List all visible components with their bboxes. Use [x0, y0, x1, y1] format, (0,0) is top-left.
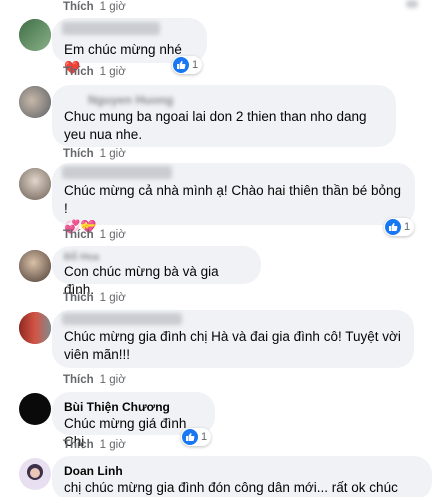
like-link[interactable]: Thích	[63, 148, 94, 160]
comment-actions: Thích 1 giờ	[63, 373, 126, 387]
avatar[interactable]	[19, 86, 51, 118]
avatar[interactable]	[19, 312, 51, 344]
like-link[interactable]: Thích	[63, 1, 94, 13]
timestamp[interactable]: 1 giờ	[100, 66, 126, 78]
comment-actions: Thích 1 giờ	[63, 0, 126, 14]
like-link[interactable]: Thích	[63, 292, 94, 304]
like-link[interactable]: Thích	[63, 374, 94, 386]
comment-text: chị chúc mừng gia đình đón công dân mới.…	[64, 480, 398, 495]
avatar[interactable]	[19, 458, 51, 490]
timestamp[interactable]: 1 giờ	[100, 148, 126, 160]
avatar[interactable]	[19, 19, 51, 51]
avatar[interactable]	[19, 250, 51, 282]
blurred-author	[62, 166, 172, 179]
like-reaction-icon	[182, 429, 198, 445]
reaction-count[interactable]: 1	[384, 218, 415, 236]
comment-bubble: Đỗ Hoa Con chúc mừng bà và gia đình.	[52, 246, 261, 297]
comment-bubble: Chúc mừng cả nhà mình ạ! Chào hai thiên …	[52, 163, 415, 234]
comment-actions: Thích 1 giờ	[63, 291, 126, 305]
blurred-reaction	[406, 0, 418, 8]
timestamp[interactable]: 1 giờ	[100, 292, 126, 304]
comment-author[interactable]: Doan Linh	[64, 463, 420, 479]
like-link[interactable]: Thích	[63, 229, 94, 241]
comment-actions: Thích 1 giờ	[63, 147, 126, 161]
comment-text: Chúc mừng gia đình chị Hà và đai gia đìn…	[64, 329, 401, 362]
timestamp[interactable]: 1 giờ	[100, 439, 126, 451]
avatar[interactable]	[19, 168, 51, 200]
blurred-author	[62, 22, 160, 35]
avatar[interactable]	[19, 393, 51, 425]
timestamp[interactable]: 1 giờ	[100, 374, 126, 386]
timestamp[interactable]: 1 giờ	[100, 1, 126, 13]
comment-bubble: Nguyen Huong Chuc mung ba ngoai lai don …	[52, 85, 396, 147]
comment-author[interactable]: Nguyen Huong	[88, 92, 384, 108]
comment-bubble: Doan Linh chị chúc mừng gia đình đón côn…	[52, 456, 432, 497]
like-link[interactable]: Thích	[63, 66, 94, 78]
timestamp[interactable]: 1 giờ	[100, 229, 126, 241]
comment-text: Chuc mung ba ngoai lai don 2 thien than …	[64, 109, 367, 142]
comment-actions: Thích 1 giờ	[63, 438, 126, 452]
comment-author[interactable]: Bùi Thiện Chương	[64, 399, 203, 415]
like-reaction-icon	[385, 219, 401, 235]
like-reaction-icon	[173, 57, 189, 73]
comment-actions: Thích 1 giờ	[63, 228, 126, 242]
reaction-count[interactable]: 1	[181, 428, 212, 446]
reaction-count[interactable]: 1	[172, 56, 203, 74]
comment-actions: Thích 1 giờ	[63, 65, 126, 79]
comment-bubble: Chúc mừng gia đình chị Hà và đai gia đìn…	[52, 310, 414, 368]
like-link[interactable]: Thích	[63, 439, 94, 451]
comment-author[interactable]: Đỗ Hoa	[64, 253, 249, 263]
blurred-author	[62, 313, 182, 325]
